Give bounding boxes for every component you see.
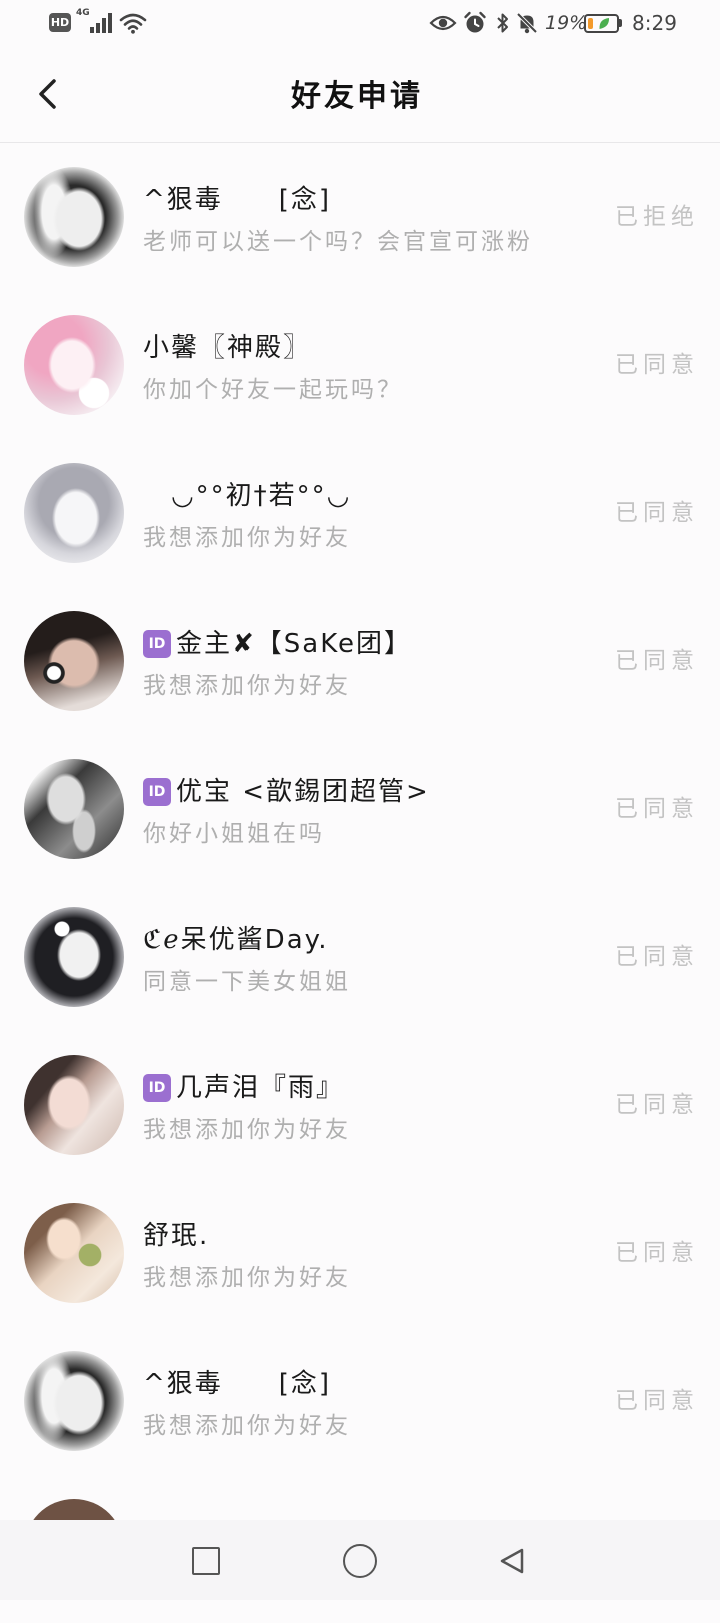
wifi-icon <box>119 13 147 34</box>
request-name: 小馨〖神殿〗 <box>143 332 311 364</box>
status-bar: HD 4G 19% 8:29 <box>0 0 720 48</box>
request-name: ◡°°初†若°°◡ <box>171 480 351 512</box>
request-message: 我想添加你为好友 <box>143 525 351 551</box>
request-name-text: ℭℯ呆优酱Day. <box>143 925 329 955</box>
request-name-text: 舒珉. <box>143 1221 210 1251</box>
avatar[interactable] <box>24 167 124 267</box>
request-status: 已同意 <box>615 944 699 970</box>
recent-apps-icon[interactable] <box>192 1547 220 1575</box>
back-icon[interactable] <box>497 1546 527 1576</box>
signal-icon <box>90 13 112 33</box>
request-name-text: 几声泪『雨』 <box>176 1073 345 1103</box>
friend-request-item[interactable]: ^狠毒 [念] 我想添加你为好友 已同意 <box>0 1327 720 1475</box>
request-name: ID 优宝 <歆錫团超管> <box>143 776 430 808</box>
request-status: 已同意 <box>615 352 699 378</box>
battery-icon <box>584 14 619 33</box>
battery-fill <box>588 18 594 29</box>
request-name-text: 金主✘【SaKe团】 <box>176 629 412 659</box>
request-name-text: ^狠毒 [念] <box>143 185 332 215</box>
request-name: ^狠毒 [念] <box>143 184 331 216</box>
id-badge-icon: ID <box>143 778 171 806</box>
avatar[interactable] <box>24 759 124 859</box>
request-message: 我想添加你为好友 <box>143 1117 351 1143</box>
friend-request-item[interactable]: 舒珉. 我想添加你为好友 已同意 <box>0 1179 720 1327</box>
battery-saver-icon <box>599 18 610 29</box>
friend-request-item[interactable]: 小馨〖神殿〗 你加个好友一起玩吗？ 已同意 <box>0 291 720 439</box>
request-message: 我想添加你为好友 <box>143 1413 351 1439</box>
request-status: 已同意 <box>615 1240 699 1266</box>
friend-request-item[interactable]: ID 金主✘【SaKe团】 我想添加你为好友 已同意 <box>0 587 720 735</box>
header: 好友申请 <box>0 48 720 142</box>
battery-cap <box>619 19 622 27</box>
request-message: 你加个好友一起玩吗？ <box>143 377 403 403</box>
request-message: 我想添加你为好友 <box>143 673 351 699</box>
request-name-text: 优宝 <歆錫团超管> <box>176 777 430 807</box>
request-status: 已同意 <box>615 648 699 674</box>
request-name: 舒珉. <box>143 1220 209 1252</box>
request-message: 同意一下美女姐姐 <box>143 969 351 995</box>
friend-request-item[interactable]: ◡°°初†若°°◡ 我想添加你为好友 已同意 <box>0 439 720 587</box>
friend-request-item[interactable]: ^狠毒 [念] 老师可以送一个吗？会官宣可涨粉 已拒绝 <box>0 143 720 291</box>
request-status: 已同意 <box>615 1092 699 1118</box>
network-type-label: 4G <box>76 8 90 18</box>
page-title: 好友申请 <box>291 79 423 114</box>
avatar[interactable] <box>24 463 124 563</box>
request-name: ID 金主✘【SaKe团】 <box>143 628 412 660</box>
avatar[interactable] <box>24 1351 124 1451</box>
request-message: 你好小姐姐在吗 <box>143 821 325 847</box>
system-nav-bar <box>0 1520 720 1600</box>
request-status: 已拒绝 <box>615 204 699 230</box>
avatar[interactable] <box>24 1055 124 1155</box>
request-name-text: ^狠毒 [念] <box>143 1369 332 1399</box>
friend-request-item[interactable]: ℭℯ呆优酱Day. 同意一下美女姐姐 已同意 <box>0 883 720 1031</box>
request-name-text: 小馨〖神殿〗 <box>143 333 312 363</box>
bell-off-icon <box>516 12 538 34</box>
request-message: 我想添加你为好友 <box>143 1265 351 1291</box>
request-name: ^狠毒 [念] <box>143 1368 331 1400</box>
request-message: 老师可以送一个吗？会官宣可涨粉 <box>143 229 533 255</box>
id-badge-icon: ID <box>143 1074 171 1102</box>
friend-request-item[interactable]: ID 几声泪『雨』 我想添加你为好友 已同意 <box>0 1031 720 1179</box>
request-name: ID 几声泪『雨』 <box>143 1072 344 1104</box>
avatar[interactable] <box>24 611 124 711</box>
avatar[interactable] <box>24 1203 124 1303</box>
battery-percent: 19% <box>545 12 588 34</box>
request-status: 已同意 <box>615 1388 699 1414</box>
id-badge-icon: ID <box>143 630 171 658</box>
home-icon[interactable] <box>343 1544 377 1578</box>
bluetooth-icon <box>497 13 508 33</box>
request-name: ℭℯ呆优酱Day. <box>143 924 329 956</box>
alarm-icon <box>464 11 486 33</box>
eye-icon <box>429 15 457 31</box>
clock-time: 8:29 <box>632 11 677 35</box>
friend-request-item[interactable]: ID 优宝 <歆錫团超管> 你好小姐姐在吗 已同意 <box>0 735 720 883</box>
hd-badge: HD <box>49 13 71 32</box>
avatar[interactable] <box>24 315 124 415</box>
request-status: 已同意 <box>615 500 699 526</box>
request-name-text: ◡°°初†若°°◡ <box>171 481 352 511</box>
avatar[interactable] <box>24 907 124 1007</box>
request-status: 已同意 <box>615 796 699 822</box>
